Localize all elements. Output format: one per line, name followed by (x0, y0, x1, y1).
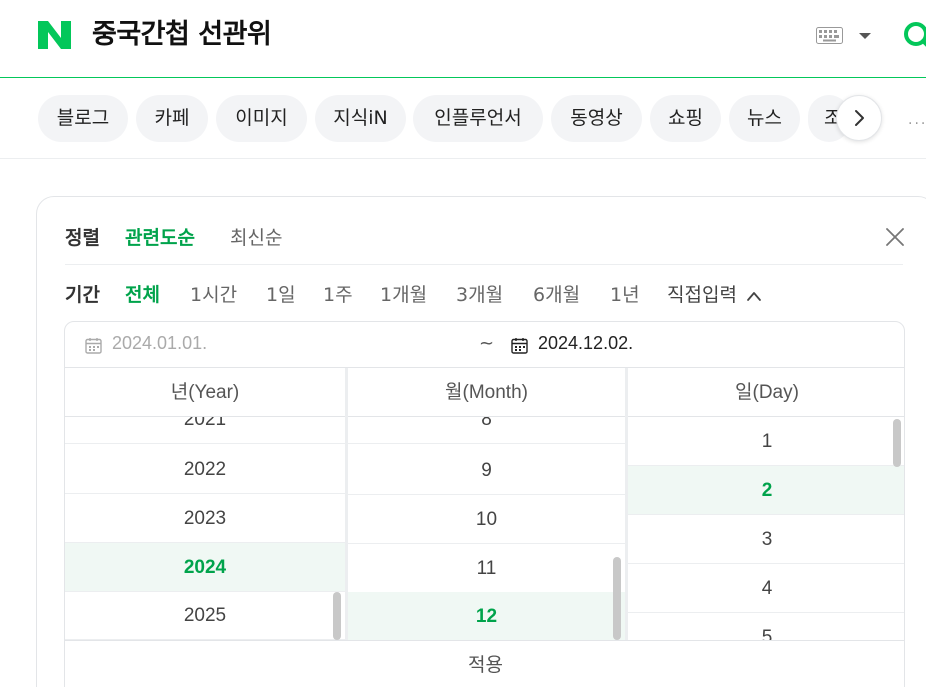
day-option-selected[interactable]: 2 (628, 466, 904, 515)
month-option-selected[interactable]: 12 (348, 592, 625, 640)
period-3months[interactable]: 3개월 (456, 280, 503, 307)
tab-influencer[interactable]: 인플루언서 (413, 95, 543, 142)
period-1week[interactable]: 1주 (323, 280, 353, 307)
period-label: 기간 (65, 284, 100, 306)
sort-label: 정렬 (65, 227, 100, 249)
close-icon[interactable] (885, 227, 905, 247)
calendar-icon (511, 338, 528, 354)
year-scrollbar[interactable] (333, 592, 341, 640)
chevron-up-icon (747, 291, 761, 301)
month-option[interactable]: 8 (348, 417, 625, 444)
start-date-input[interactable]: 2024.01.01. (112, 333, 207, 354)
more-tabs-icon[interactable]: ··· (908, 116, 926, 132)
period-custom[interactable]: 직접입력 (667, 280, 762, 307)
year-column-header: 년(Year) (65, 368, 345, 417)
month-scrollbar[interactable] (613, 557, 621, 640)
day-option[interactable]: 4 (628, 564, 904, 613)
divider (65, 264, 903, 265)
naver-logo-icon[interactable] (38, 21, 71, 49)
tab-shopping[interactable]: 쇼핑 (650, 95, 721, 142)
day-column-header: 일(Day) (628, 368, 904, 417)
search-icon[interactable] (902, 20, 926, 50)
year-column: 년(Year) 2021 2022 2023 2024 2025 (65, 368, 345, 640)
month-option[interactable]: 9 (348, 446, 625, 495)
period-all[interactable]: 전체 (125, 280, 160, 307)
month-list[interactable]: 8 9 10 11 12 (348, 417, 625, 640)
date-range-row: 2024.01.01. ~ 2024.12.02. (65, 322, 904, 368)
search-query[interactable]: 중국간첩 선관위 (92, 18, 272, 52)
year-option[interactable]: 2023 (65, 494, 345, 543)
search-tabs: 블로그 카페 이미지 지식iN 인플루언서 동영상 쇼핑 뉴스 조 ··· (0, 78, 926, 159)
range-separator: ~ (479, 333, 495, 354)
period-custom-label: 직접입력 (667, 284, 737, 306)
calendar-icon (85, 338, 102, 354)
period-6months[interactable]: 6개월 (533, 280, 580, 307)
tab-news[interactable]: 뉴스 (729, 95, 800, 142)
day-column: 일(Day) 1 2 3 4 5 (628, 368, 904, 640)
chevron-right-icon (855, 110, 864, 126)
caret-down-icon[interactable] (859, 33, 871, 39)
period-1day[interactable]: 1일 (266, 280, 296, 307)
day-list[interactable]: 1 2 3 4 5 (628, 417, 904, 640)
apply-button[interactable]: 적용 (65, 640, 904, 687)
period-1year[interactable]: 1년 (610, 280, 640, 307)
month-column-header: 월(Month) (348, 368, 625, 417)
search-options-panel: 정렬 관련도순 최신순 기간 전체 1시간 1일 1주 1개월 3개월 6개월 … (36, 196, 926, 687)
keyboard-icon[interactable] (816, 27, 843, 44)
year-option[interactable]: 2025 (65, 591, 345, 640)
search-header: 중국간첩 선관위 (0, 0, 926, 78)
tab-blog[interactable]: 블로그 (38, 95, 128, 142)
tab-kin[interactable]: 지식iN (315, 95, 406, 142)
sort-relevance[interactable]: 관련도순 (125, 223, 195, 250)
year-option-selected[interactable]: 2024 (65, 543, 345, 592)
period-1hour[interactable]: 1시간 (190, 280, 237, 307)
year-list[interactable]: 2021 2022 2023 2024 2025 (65, 417, 345, 640)
tab-image[interactable]: 이미지 (216, 95, 307, 142)
day-option[interactable]: 1 (628, 417, 904, 466)
day-option[interactable]: 3 (628, 515, 904, 564)
month-option[interactable]: 11 (348, 544, 625, 593)
month-column: 월(Month) 8 9 10 11 12 (348, 368, 625, 640)
period-1month[interactable]: 1개월 (380, 280, 427, 307)
tab-scroll-next-button[interactable] (836, 95, 882, 141)
date-range-picker: 2024.01.01. ~ 2024.12.02. 년(Year) 2021 2… (64, 321, 905, 687)
tab-cafe[interactable]: 카페 (136, 95, 208, 142)
year-option[interactable]: 2021 (65, 417, 345, 444)
tab-video[interactable]: 동영상 (551, 95, 642, 142)
end-date-input[interactable]: 2024.12.02. (538, 333, 633, 354)
day-option[interactable]: 5 (628, 613, 904, 640)
sort-latest[interactable]: 최신순 (230, 223, 282, 250)
month-option[interactable]: 10 (348, 495, 625, 544)
day-scrollbar[interactable] (893, 419, 901, 467)
year-option[interactable]: 2022 (65, 445, 345, 494)
